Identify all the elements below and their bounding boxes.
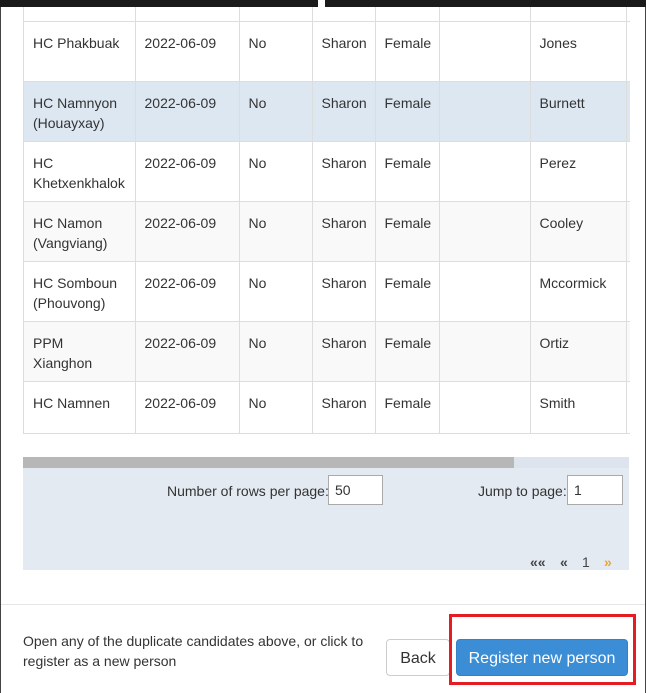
first-name-cell: Sharon: [312, 201, 376, 262]
next-page-link[interactable]: »: [604, 554, 612, 570]
scrollbar-thumb[interactable]: [23, 457, 514, 468]
facility-cell: HC Somboun (Phouvong): [24, 261, 136, 322]
first-name-cell: Sharon: [312, 261, 376, 322]
facility-cell: HC Khetxenkhalok: [24, 141, 136, 202]
last-name-cell: Jones: [530, 21, 627, 82]
overflow-cell: [626, 321, 630, 382]
sex-cell: Female: [375, 201, 440, 262]
last-name-cell: Smith: [530, 381, 627, 433]
date-cell: 2022-06-09: [135, 321, 240, 382]
table-row[interactable]: HC Phakbuak 2022-06-09 No Sharon Female …: [24, 21, 630, 82]
extra-cell: [439, 141, 531, 202]
last-name-cell: Ortiz: [530, 321, 627, 382]
overflow-cell: [626, 261, 630, 322]
extra-cell: [439, 321, 531, 382]
facility-cell: HC Namnyon (Houayxay): [24, 81, 136, 142]
flag-cell: No: [239, 81, 313, 142]
first-name-cell: Sharon: [312, 21, 376, 82]
overflow-cell: [626, 21, 630, 82]
extra-cell: [439, 261, 531, 322]
footer-divider: [1, 604, 645, 605]
sex-cell: Female: [375, 321, 440, 382]
facility-cell: HC Namnen: [24, 381, 136, 433]
candidates-table: HC Phakbuak 2022-06-09 No Sharon Female …: [24, 7, 630, 433]
sex-cell: Female: [375, 81, 440, 142]
first-name-cell: Sharon: [312, 141, 376, 202]
date-cell: 2022-06-09: [135, 381, 240, 433]
extra-cell: [439, 201, 531, 262]
jump-to-page-input[interactable]: [567, 475, 623, 505]
date-cell: 2022-06-09: [135, 21, 240, 82]
overflow-cell: [626, 381, 630, 433]
overflow-cell: [626, 201, 630, 262]
last-name-cell: Burnett: [530, 81, 627, 142]
flag-cell: No: [239, 261, 313, 322]
last-name-cell: Mccormick: [530, 261, 627, 322]
window-handle: [318, 0, 325, 7]
first-name-cell: Sharon: [312, 381, 376, 433]
pagination-bar: Number of rows per page: Jump to page: «…: [23, 468, 629, 570]
overflow-cell: [626, 141, 630, 202]
sex-cell: Female: [375, 381, 440, 433]
rows-per-page-label: Number of rows per page:: [167, 483, 329, 499]
back-button[interactable]: Back: [386, 639, 450, 676]
last-name-cell: Perez: [530, 141, 627, 202]
flag-cell: No: [239, 21, 313, 82]
table-row-partial: [24, 7, 630, 22]
sex-cell: Female: [375, 261, 440, 322]
rows-per-page-input[interactable]: [328, 475, 383, 505]
date-cell: 2022-06-09: [135, 81, 240, 142]
previous-page-link[interactable]: «: [560, 554, 568, 570]
last-name-cell: Cooley: [530, 201, 627, 262]
table-row[interactable]: HC Namon (Vangviang) 2022-06-09 No Sharo…: [24, 201, 630, 262]
flag-cell: No: [239, 321, 313, 382]
flag-cell: No: [239, 381, 313, 433]
table-body: HC Phakbuak 2022-06-09 No Sharon Female …: [24, 7, 630, 433]
register-new-person-button[interactable]: Register new person: [456, 639, 628, 676]
extra-cell: [439, 381, 531, 433]
footer-message: Open any of the duplicate candidates abo…: [23, 633, 364, 669]
flag-cell: No: [239, 201, 313, 262]
overflow-cell: [626, 81, 630, 142]
extra-cell: [439, 81, 531, 142]
facility-cell: HC Namon (Vangviang): [24, 201, 136, 262]
date-cell: 2022-06-09: [135, 201, 240, 262]
horizontal-scrollbar[interactable]: [23, 457, 629, 468]
facility-cell: PPM Xianghon: [24, 321, 136, 382]
jump-to-page-label: Jump to page:: [478, 483, 567, 499]
flag-cell: No: [239, 141, 313, 202]
first-name-cell: Sharon: [312, 81, 376, 142]
table-row[interactable]: PPM Xianghon 2022-06-09 No Sharon Female…: [24, 321, 630, 382]
table-row[interactable]: HC Namnen 2022-06-09 No Sharon Female Sm…: [24, 381, 630, 433]
facility-cell: HC Phakbuak: [24, 21, 136, 82]
duplicate-candidates-table: HC Phakbuak 2022-06-09 No Sharon Female …: [23, 7, 630, 434]
duplicates-dialog: HC Phakbuak 2022-06-09 No Sharon Female …: [0, 7, 646, 693]
date-cell: 2022-06-09: [135, 261, 240, 322]
first-name-cell: Sharon: [312, 321, 376, 382]
date-cell: 2022-06-09: [135, 141, 240, 202]
current-page-number[interactable]: 1: [582, 554, 590, 570]
table-row[interactable]: HC Namnyon (Houayxay) 2022-06-09 No Shar…: [24, 81, 630, 142]
sex-cell: Female: [375, 141, 440, 202]
table-row[interactable]: HC Khetxenkhalok 2022-06-09 No Sharon Fe…: [24, 141, 630, 202]
first-page-link[interactable]: ««: [530, 554, 546, 570]
table-row[interactable]: HC Somboun (Phouvong) 2022-06-09 No Shar…: [24, 261, 630, 322]
extra-cell: [439, 21, 531, 82]
sex-cell: Female: [375, 21, 440, 82]
